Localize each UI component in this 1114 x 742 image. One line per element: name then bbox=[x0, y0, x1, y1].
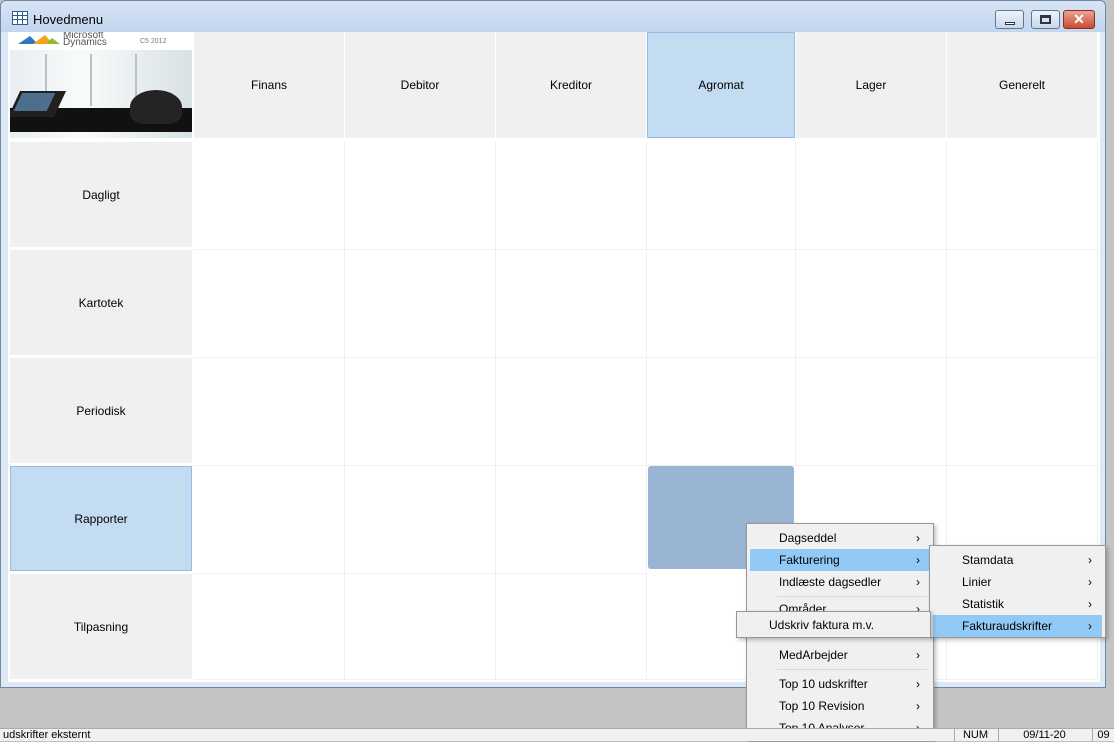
menu-item-top-10-revision[interactable]: Top 10 Revision › bbox=[750, 695, 930, 717]
status-message: udskrifter eksternt bbox=[3, 729, 91, 741]
chevron-right-icon: › bbox=[916, 699, 920, 713]
desktop: Hovedmenu ✕ Microsoft Dynamics C5 2012 F… bbox=[0, 0, 1114, 742]
chevron-right-icon: › bbox=[1088, 553, 1092, 567]
menu-separator bbox=[777, 596, 927, 597]
fakturaudskrifter-submenu: Udskriv faktura m.v. bbox=[736, 611, 931, 638]
menu-item-statistik[interactable]: Statistik › bbox=[933, 593, 1102, 615]
menu-item-dagseddel[interactable]: Dagseddel › bbox=[750, 527, 930, 549]
row-header-kartotek[interactable]: Kartotek bbox=[10, 250, 192, 355]
menu-cell[interactable] bbox=[796, 358, 947, 466]
table-app-icon bbox=[12, 11, 28, 25]
menu-cell[interactable] bbox=[796, 250, 947, 358]
menu-cell[interactable] bbox=[345, 466, 496, 574]
chevron-right-icon: › bbox=[1088, 619, 1092, 633]
menu-cell[interactable] bbox=[496, 250, 647, 358]
status-extra: 09 bbox=[1092, 729, 1114, 742]
menu-cell[interactable] bbox=[194, 250, 345, 358]
menu-cell[interactable] bbox=[194, 142, 345, 250]
maximize-button[interactable] bbox=[1031, 10, 1060, 29]
menu-item-fakturaudskrifter[interactable]: Fakturaudskrifter › bbox=[933, 615, 1102, 637]
chevron-right-icon: › bbox=[916, 677, 920, 691]
window-title: Hovedmenu bbox=[33, 12, 104, 27]
chevron-right-icon: › bbox=[916, 648, 920, 662]
menu-item-fakturering[interactable]: Fakturering › bbox=[750, 549, 930, 571]
chevron-right-icon: › bbox=[1088, 597, 1092, 611]
status-date: 09/11-20 bbox=[998, 729, 1090, 742]
chevron-right-icon: › bbox=[1088, 575, 1092, 589]
fakturering-submenu: Stamdata › Linier › Statistik › Fakturaudsk… bbox=[929, 545, 1106, 638]
menu-item-udskriv-faktura[interactable]: Udskriv faktura m.v. bbox=[740, 614, 927, 636]
row-header-dagligt[interactable]: Dagligt bbox=[10, 142, 192, 247]
chevron-right-icon: › bbox=[916, 553, 920, 567]
dynamics-logo: Microsoft Dynamics C5 2012 bbox=[10, 32, 192, 138]
maximize-icon bbox=[1040, 15, 1051, 24]
dynamics-logo-mark bbox=[18, 35, 60, 44]
status-bar: udskrifter eksternt NUM 09/11-20 09 bbox=[0, 728, 1114, 742]
close-icon: ✕ bbox=[1073, 11, 1085, 27]
menu-item-indlaeste-dagsedler[interactable]: Indlæste dagsedler › bbox=[750, 571, 930, 593]
menu-cell[interactable] bbox=[647, 250, 796, 358]
menu-cell[interactable] bbox=[345, 574, 496, 680]
column-header-debitor[interactable]: Debitor bbox=[345, 32, 495, 138]
column-header-generelt[interactable]: Generelt bbox=[947, 32, 1097, 138]
menu-separator bbox=[777, 669, 927, 670]
num-lock-indicator: NUM bbox=[954, 729, 996, 742]
menu-cell[interactable] bbox=[796, 142, 947, 250]
column-header-kreditor[interactable]: Kreditor bbox=[496, 32, 646, 138]
menu-item-top-10-udskrifter[interactable]: Top 10 udskrifter › bbox=[750, 673, 930, 695]
menu-cell[interactable] bbox=[345, 250, 496, 358]
menu-cell[interactable] bbox=[194, 466, 345, 574]
menu-cell[interactable] bbox=[496, 466, 647, 574]
menu-cell[interactable] bbox=[647, 142, 796, 250]
menu-cell[interactable] bbox=[947, 250, 1098, 358]
menu-cell[interactable] bbox=[194, 358, 345, 466]
menu-cell[interactable] bbox=[496, 142, 647, 250]
dynamics-logo-text: Microsoft Dynamics bbox=[63, 32, 107, 48]
menu-cell[interactable] bbox=[496, 358, 647, 466]
close-button[interactable]: ✕ bbox=[1063, 10, 1095, 29]
row-header-tilpasning[interactable]: Tilpasning bbox=[10, 574, 192, 679]
row-header-rapporter[interactable]: Rapporter bbox=[10, 466, 192, 571]
menu-cell[interactable] bbox=[496, 574, 647, 680]
chevron-right-icon: › bbox=[916, 531, 920, 545]
menu-cell[interactable] bbox=[194, 574, 345, 680]
minimize-icon bbox=[1004, 21, 1015, 25]
title-bar[interactable]: Hovedmenu ✕ bbox=[1, 1, 1105, 32]
menu-cell[interactable] bbox=[345, 358, 496, 466]
menu-item-linier[interactable]: Linier › bbox=[933, 571, 1102, 593]
column-header-finans[interactable]: Finans bbox=[194, 32, 344, 138]
menu-cell[interactable] bbox=[947, 358, 1098, 466]
menu-cell[interactable] bbox=[647, 358, 796, 466]
menu-item-stamdata[interactable]: Stamdata › bbox=[933, 549, 1102, 571]
menu-cell[interactable] bbox=[947, 142, 1098, 250]
menu-cell[interactable] bbox=[345, 142, 496, 250]
menu-item-medarbejder[interactable]: MedArbejder › bbox=[750, 644, 930, 666]
minimize-button[interactable] bbox=[995, 10, 1024, 29]
chevron-right-icon: › bbox=[916, 575, 920, 589]
dynamics-edition: C5 2012 bbox=[140, 38, 167, 45]
row-header-periodisk[interactable]: Periodisk bbox=[10, 358, 192, 463]
column-header-lager[interactable]: Lager bbox=[796, 32, 946, 138]
column-header-agromat[interactable]: Agromat bbox=[647, 32, 795, 138]
office-photo bbox=[10, 50, 192, 138]
